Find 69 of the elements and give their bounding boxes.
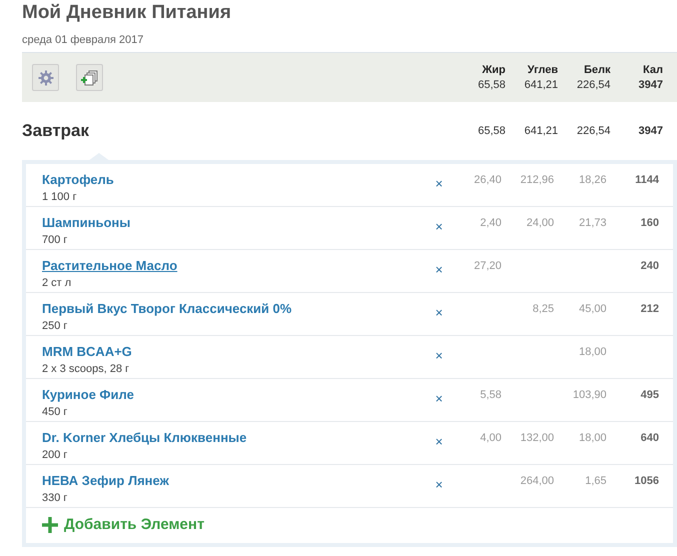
meal-total: 641,21: [523, 125, 558, 137]
food-link[interactable]: Картофель: [42, 172, 114, 187]
remove-button[interactable]: ×: [429, 433, 449, 449]
nutrient-value: 160: [640, 217, 659, 229]
date-label: среда 01 февраля 2017: [22, 34, 145, 46]
food-amount: 1 100 г: [42, 191, 78, 203]
total-value: 226,54: [576, 79, 610, 91]
remove-button[interactable]: ×: [429, 218, 449, 234]
nutrient-value: 495: [640, 389, 659, 401]
remove-button[interactable]: ×: [429, 304, 449, 320]
page-title: Мой Дневник Питания: [22, 2, 232, 24]
nutrient-value: 27,20: [472, 260, 502, 272]
plus-icon: [42, 516, 58, 532]
nutrient-value: 240: [640, 260, 659, 272]
nutrient-value: 5,58: [479, 389, 502, 401]
food-link[interactable]: MRM BCAA+G: [42, 344, 132, 359]
total-value: 641,21: [524, 79, 558, 91]
nutrient-value: 21,73: [578, 217, 606, 229]
food-link[interactable]: Dr. Korner Хлебцы Клюквенные: [42, 430, 247, 445]
remove-button[interactable]: ×: [429, 261, 449, 277]
column-header: Углев: [528, 64, 558, 76]
column-header: Кал: [643, 64, 663, 76]
food-link[interactable]: Растительное Масло: [42, 258, 178, 273]
add-item-button[interactable]: Добавить Элемент: [26, 508, 220, 543]
column-header: Белк: [584, 64, 610, 76]
add-copy-button[interactable]: [76, 64, 103, 91]
food-amount: 250 г: [42, 320, 68, 332]
meal-total: 226,54: [576, 125, 610, 137]
food-link[interactable]: НЕВА Зефир Лянеж: [42, 473, 169, 488]
nutrient-value: 212,96: [519, 174, 554, 186]
add-copy-icon: [80, 70, 98, 86]
column-header: Жир: [482, 64, 506, 76]
food-link[interactable]: Первый Вкус Творог Классический 0%: [42, 301, 292, 316]
nutrient-value: 18,26: [578, 174, 606, 186]
nutrient-value: 132,00: [519, 432, 554, 444]
remove-button[interactable]: ×: [429, 476, 449, 492]
nutrient-value: 103,90: [572, 389, 606, 401]
food-amount: 2 x 3 scoops, 28 г: [42, 363, 130, 375]
nutrient-value: 18,00: [578, 346, 606, 358]
food-link[interactable]: Куриное Филе: [42, 387, 134, 402]
nutrient-value: 8,25: [532, 303, 554, 315]
food-amount: 2 ст л: [42, 277, 72, 289]
nutrient-value: 2,40: [479, 217, 502, 229]
meal-total: 3947: [638, 125, 663, 137]
food-amount: 200 г: [42, 449, 68, 461]
nutrient-value: 4,00: [479, 432, 502, 444]
nutrient-value: 26,40: [472, 174, 502, 186]
settings-button[interactable]: [32, 64, 59, 91]
food-amount: 330 г: [42, 492, 68, 504]
settings-icon: [38, 70, 54, 86]
nutrient-value: 18,00: [578, 432, 606, 444]
nutrient-value: 212: [640, 303, 659, 315]
food-amount: 700 г: [42, 234, 68, 246]
nutrient-value: 1,65: [584, 475, 606, 487]
nutrient-value: 45,00: [578, 303, 606, 315]
total-value: 65,58: [478, 79, 506, 91]
meal-title: Завтрак: [22, 121, 90, 141]
food-amount: 450 г: [42, 406, 68, 418]
total-value: 3947: [638, 79, 663, 91]
nutrient-value: 1144: [634, 174, 659, 186]
nutrient-value: 24,00: [525, 217, 554, 229]
remove-button[interactable]: ×: [429, 175, 449, 191]
remove-button[interactable]: ×: [429, 347, 449, 363]
nutrient-value: 640: [640, 432, 659, 444]
remove-button[interactable]: ×: [429, 390, 449, 406]
meal-total: 65,58: [476, 125, 506, 137]
nutrient-value: 1056: [634, 475, 659, 487]
nutrient-value: 264,00: [519, 475, 554, 487]
food-link[interactable]: Шампиньоны: [42, 215, 130, 230]
